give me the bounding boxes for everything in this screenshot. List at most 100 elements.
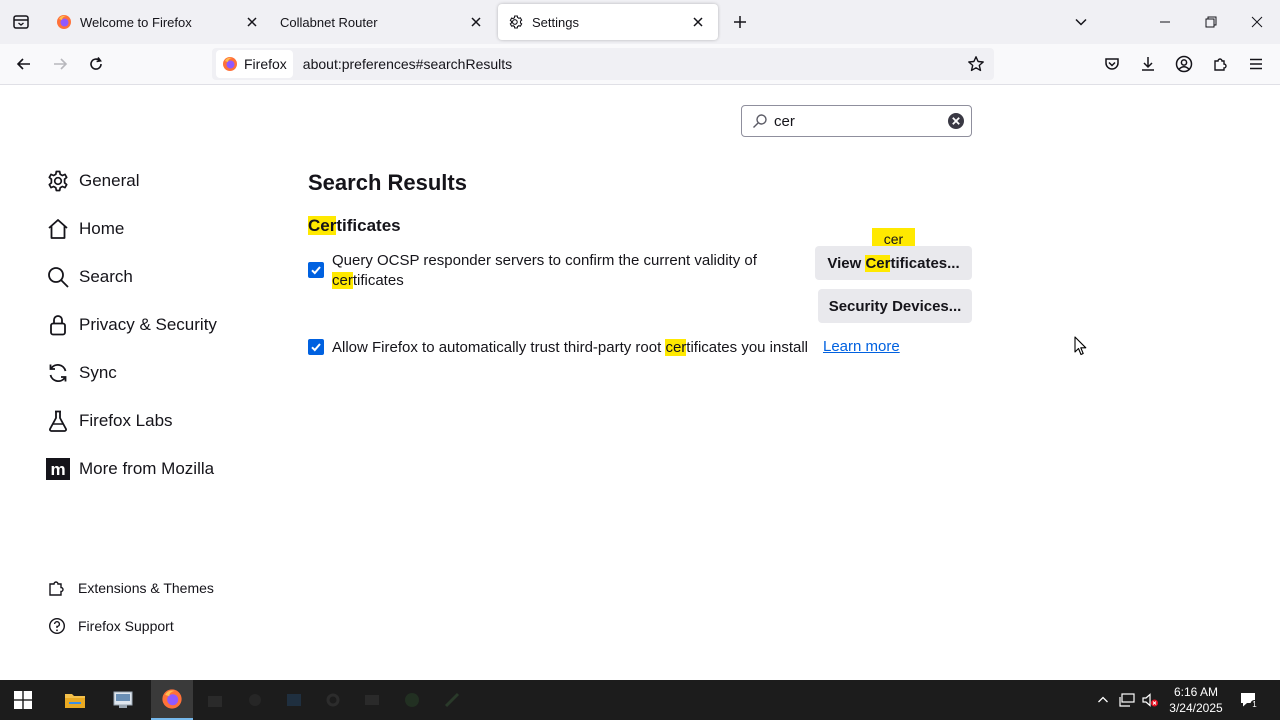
navigation-toolbar: Firefox about:preferences#searchResults: [0, 44, 1280, 85]
settings-search-input[interactable]: [774, 112, 944, 130]
app-icon: [249, 694, 261, 706]
back-button[interactable]: [8, 48, 40, 80]
checkmark-icon: [311, 343, 321, 352]
account-button[interactable]: [1168, 48, 1200, 80]
taskbar-firefox[interactable]: [151, 680, 193, 720]
tab-settings[interactable]: Settings: [498, 4, 718, 40]
plus-icon: [734, 16, 746, 28]
network-icon: [1119, 693, 1135, 707]
learn-more-link[interactable]: Learn more: [823, 338, 900, 355]
minimize-button[interactable]: [1142, 0, 1188, 44]
taskbar-app-6[interactable]: [391, 680, 433, 720]
tab-label: Settings: [532, 14, 579, 30]
url-text[interactable]: about:preferences#searchResults: [303, 56, 512, 72]
sidebar-item-search[interactable]: Search: [46, 263, 133, 291]
start-button[interactable]: [2, 680, 44, 720]
bookmark-star-button[interactable]: [964, 52, 988, 76]
network-tray-button[interactable]: [1116, 680, 1138, 720]
url-bar[interactable]: Firefox about:preferences#searchResults: [212, 48, 994, 80]
clock-date: 3/24/2025: [1169, 701, 1223, 715]
new-tab-button[interactable]: [718, 0, 762, 44]
puzzle-icon: [1214, 58, 1227, 71]
tab-welcome[interactable]: Welcome to Firefox: [46, 4, 272, 40]
forward-button[interactable]: [44, 48, 76, 80]
gear-icon: [46, 169, 70, 193]
home-icon: [46, 217, 70, 241]
security-devices-button[interactable]: Security Devices...: [818, 289, 972, 323]
account-icon: [1175, 55, 1193, 73]
chevron-down-icon: [1075, 18, 1087, 26]
sidebar-item-general[interactable]: General: [46, 167, 139, 195]
section-title-rest: tificates: [336, 216, 401, 235]
sidebar-item-more-from-mozilla[interactable]: m More from Mozilla: [46, 455, 214, 483]
pocket-icon: [1105, 58, 1119, 70]
firefox-logo-icon: [162, 689, 182, 709]
notification-icon: 1: [1241, 693, 1259, 709]
button-text: tificates...: [890, 254, 960, 272]
taskbar-file-explorer[interactable]: [54, 680, 96, 720]
store-icon: [208, 696, 222, 707]
preferences-page: General Home Search Privacy & Security S…: [0, 86, 1280, 680]
taskbar-clock[interactable]: 6:16 AM 3/24/2025: [1160, 684, 1232, 716]
close-window-button[interactable]: [1234, 0, 1280, 44]
downloads-button[interactable]: [1132, 48, 1164, 80]
star-icon: [968, 56, 984, 72]
puzzle-icon: [48, 579, 66, 597]
help-icon: [48, 617, 66, 635]
app-menu-button[interactable]: [1240, 48, 1272, 80]
notification-center-button[interactable]: 1: [1236, 680, 1262, 720]
restore-button[interactable]: [1188, 0, 1234, 44]
taskbar-app-4[interactable]: [312, 680, 354, 720]
app-icon: [287, 694, 301, 706]
reload-button[interactable]: [80, 48, 112, 80]
sync-icon: [46, 361, 70, 385]
sidebar-item-label: Home: [79, 219, 125, 238]
tab-label: Welcome to Firefox: [80, 14, 192, 30]
taskbar-app-7[interactable]: [431, 680, 473, 720]
extensions-themes-link[interactable]: Extensions & Themes: [48, 578, 214, 598]
identity-box[interactable]: Firefox: [216, 50, 293, 78]
identity-label: Firefox: [244, 56, 287, 72]
taskbar-server-manager[interactable]: [102, 680, 144, 720]
search-icon: [753, 114, 767, 128]
sidebar-item-privacy-security[interactable]: Privacy & Security: [46, 311, 217, 339]
taskbar-app-1[interactable]: [194, 680, 236, 720]
firefox-logo-icon: [223, 57, 237, 71]
folder-icon: [65, 694, 85, 708]
app-icon: [405, 693, 419, 707]
extensions-button[interactable]: [1204, 48, 1236, 80]
clear-search-icon[interactable]: [947, 112, 965, 130]
sidebar-item-label: Search: [79, 267, 133, 286]
firefox-support-link[interactable]: Firefox Support: [48, 616, 174, 636]
app-icon: [365, 695, 379, 705]
show-hidden-icons-button[interactable]: [1092, 680, 1114, 720]
close-tab-icon[interactable]: [688, 12, 708, 32]
tab-collabnet-router[interactable]: Collabnet Router: [270, 4, 496, 40]
sidebar-item-firefox-labs[interactable]: Firefox Labs: [46, 407, 173, 435]
trust-roots-checkbox[interactable]: [308, 339, 324, 355]
taskbar-app-5[interactable]: [351, 680, 393, 720]
close-tab-icon[interactable]: [466, 12, 486, 32]
settings-search-box[interactable]: [741, 105, 972, 137]
taskbar-app-3[interactable]: [273, 680, 315, 720]
close-tab-icon[interactable]: [242, 12, 262, 32]
ocsp-label[interactable]: Query OCSP responder servers to confirm …: [332, 251, 782, 291]
firefox-support-label: Firefox Support: [78, 618, 174, 634]
ocsp-checkbox[interactable]: [308, 262, 324, 278]
lock-icon: [46, 313, 70, 337]
chevron-up-icon: [1098, 696, 1108, 703]
view-certificates-button[interactable]: View Certificates...: [815, 246, 972, 280]
sidebar-item-sync[interactable]: Sync: [46, 359, 117, 387]
sidebar-item-home[interactable]: Home: [46, 215, 124, 243]
search-highlight: cer: [332, 272, 353, 289]
flask-icon: [46, 409, 70, 433]
list-all-tabs-button[interactable]: [1058, 0, 1104, 44]
trust-roots-label[interactable]: Allow Firefox to automatically trust thi…: [332, 338, 808, 358]
volume-tray-button[interactable]: [1139, 680, 1161, 720]
tab-bar: Welcome to Firefox Collabnet Router Sett…: [0, 0, 1280, 44]
tab-list-icon: [13, 15, 29, 29]
taskbar-app-2[interactable]: [234, 680, 276, 720]
tab-list-button[interactable]: [0, 0, 42, 44]
ocsp-label-rest: tificates: [352, 272, 404, 289]
pocket-button[interactable]: [1096, 48, 1128, 80]
